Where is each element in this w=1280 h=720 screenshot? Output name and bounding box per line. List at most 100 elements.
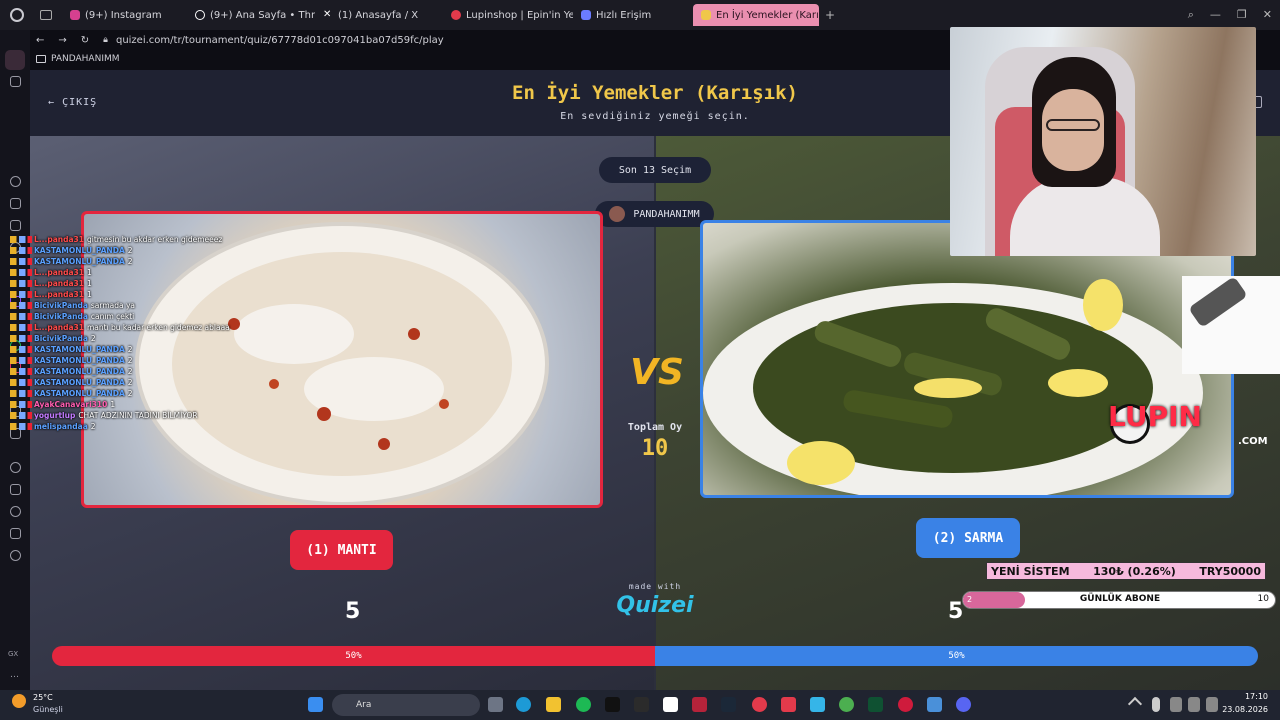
tab-menu-icon[interactable] [40,10,52,20]
weather-sun-icon[interactable] [12,694,26,708]
steam-icon[interactable] [721,697,736,712]
epic-games-icon[interactable] [634,697,649,712]
tiktok-icon[interactable] [605,697,620,712]
score-left: 5 [345,599,361,624]
tab-instagram[interactable]: (9+) Instagram [62,4,187,26]
lupin-logo: LUPIN [1108,400,1202,433]
weather-condition: Güneşli [33,705,63,714]
battery-icon[interactable] [1206,697,1218,712]
discord-icon[interactable] [956,697,971,712]
chat-text: 2 [127,356,133,365]
tab-quizei-active[interactable]: En İyi Yemekler (Karışık) - [693,4,819,26]
chat-badges-icon [10,291,32,298]
opera-logo-icon[interactable] [10,8,24,22]
webcam-overlay [950,27,1256,256]
url-field[interactable]: quizei.com/tr/tournament/quiz/67778d01c0… [116,35,444,46]
chat-username: L...panda31 [34,290,84,299]
vote-percentage-bar: 50% 50% [52,646,1258,666]
chat-username: KASTAMONLU_PANDA [34,345,125,354]
sidebar-player-icon[interactable] [10,462,21,473]
window-controls: ⌕ — ❐ ✕ [1188,8,1272,22]
sidebar-history-icon[interactable] [10,176,21,187]
sidebar-app-icon[interactable] [10,220,21,231]
chat-username: AyakCanavari310 [34,400,108,409]
volume-icon[interactable] [1188,697,1200,712]
x-icon: ✕ [323,9,332,20]
reload-icon[interactable]: ↻ [81,35,89,46]
maximize-icon[interactable]: ❐ [1237,8,1247,22]
avatar [609,206,626,222]
chat-message: L...panda31 1 [10,267,250,278]
chat-message: L...panda31 mantı bu kadar erken gidemez … [10,322,250,333]
chat-username: BicivikPanda [34,334,88,343]
weather-temp: 25°C [33,693,53,702]
chrome-icon[interactable] [839,697,854,712]
nvidia-icon[interactable] [868,697,883,712]
chat-username: KASTAMONLU_PANDA [34,367,125,376]
sarma-image [703,279,1203,495]
sidebar-pin-icon[interactable] [10,484,21,495]
notes-icon[interactable] [810,697,825,712]
minimize-icon[interactable]: — [1210,8,1221,22]
file-explorer-icon[interactable] [546,697,561,712]
sidebar-home-button[interactable] [5,50,25,70]
sidebar-ai-icon[interactable] [10,198,21,209]
tab-speed-dial[interactable]: Hızlı Erişim [573,4,693,26]
quizei-logo[interactable]: Quizei [605,593,705,618]
opera-gx-icon[interactable] [898,697,913,712]
forward-icon[interactable]: → [58,35,66,46]
chat-message: BicivikPanda sarmada ya [10,300,250,311]
sidebar-settings-icon[interactable] [10,550,21,561]
vote-sarma-button[interactable]: (2) SARMA [916,518,1020,558]
tab-x[interactable]: ✕ (1) Anasayfa / X [315,4,443,26]
chat-text: 2 [127,246,133,255]
bookmark-pandahanimm[interactable]: PANDAHANIMM [51,54,120,64]
vote-manti-button[interactable]: (1) MANTI [290,530,393,570]
taskbar-search[interactable]: Ara [332,694,480,716]
clock-date[interactable]: 23.08.2026 [1218,705,1268,714]
app-icon[interactable] [663,697,678,712]
clock-time[interactable]: 17:10 [1228,692,1268,701]
subscriber-goal-bar: GÜNLÜK ABONE 2 10 [962,591,1276,609]
stream-chat-overlay: L...panda31 gitmesin bu akdar erken gidem… [10,234,250,432]
chat-message: KASTAMONLU_PANDA 2 [10,245,250,256]
edge-icon[interactable] [516,697,531,712]
search-tabs-icon[interactable]: ⌕ [1188,8,1194,22]
sidebar-more-icon[interactable]: … [10,670,19,680]
sidebar-gaming-icon[interactable] [10,76,21,87]
chat-badges-icon [10,346,32,353]
tab-lupinshop[interactable]: Lupinshop | Epin'in Yeni Me [443,4,573,26]
sidebar-clock-icon[interactable] [10,506,21,517]
windows-start-icon[interactable] [308,697,323,712]
chat-text: 2 [127,345,133,354]
streamer-body [1010,177,1160,256]
chat-text: 2 [127,367,133,376]
obs-icon[interactable] [752,697,767,712]
sidebar-gx-icon[interactable]: GX [8,650,18,658]
chat-badges-icon [10,247,32,254]
round-badge: Son 13 Seçim [599,157,711,183]
option-card-sarma[interactable] [700,220,1234,498]
new-tab-icon[interactable]: + [825,8,835,22]
chat-text: CHAT ADZININ TADINI BİLMİYOR [78,411,198,420]
goal-label: GÜNLÜK ABONE [1079,594,1161,604]
chat-badges-icon [10,302,32,309]
back-icon[interactable]: ← [36,35,44,46]
chat-text: 2 [127,257,133,266]
chat-message: AyakCanavari310 1 [10,399,250,410]
valorant-icon[interactable] [692,697,707,712]
wifi-icon[interactable] [1170,697,1182,712]
chat-username: yogurtlup [34,411,76,420]
task-view-icon[interactable] [488,697,503,712]
app2-icon[interactable] [927,697,942,712]
close-icon[interactable]: ✕ [1263,8,1272,22]
spotify-icon[interactable] [576,697,591,712]
microphone-icon[interactable] [1152,697,1160,712]
quizei-favicon-icon [701,10,711,20]
chat-username: KASTAMONLU_PANDA [34,389,125,398]
lupin-app-icon[interactable] [781,697,796,712]
sidebar-cube-icon[interactable] [10,528,21,539]
chat-message: KASTAMONLU_PANDA 2 [10,256,250,267]
chat-text: 2 [90,422,96,431]
tab-threads[interactable]: (9+) Ana Sayfa • Threads [187,4,315,26]
